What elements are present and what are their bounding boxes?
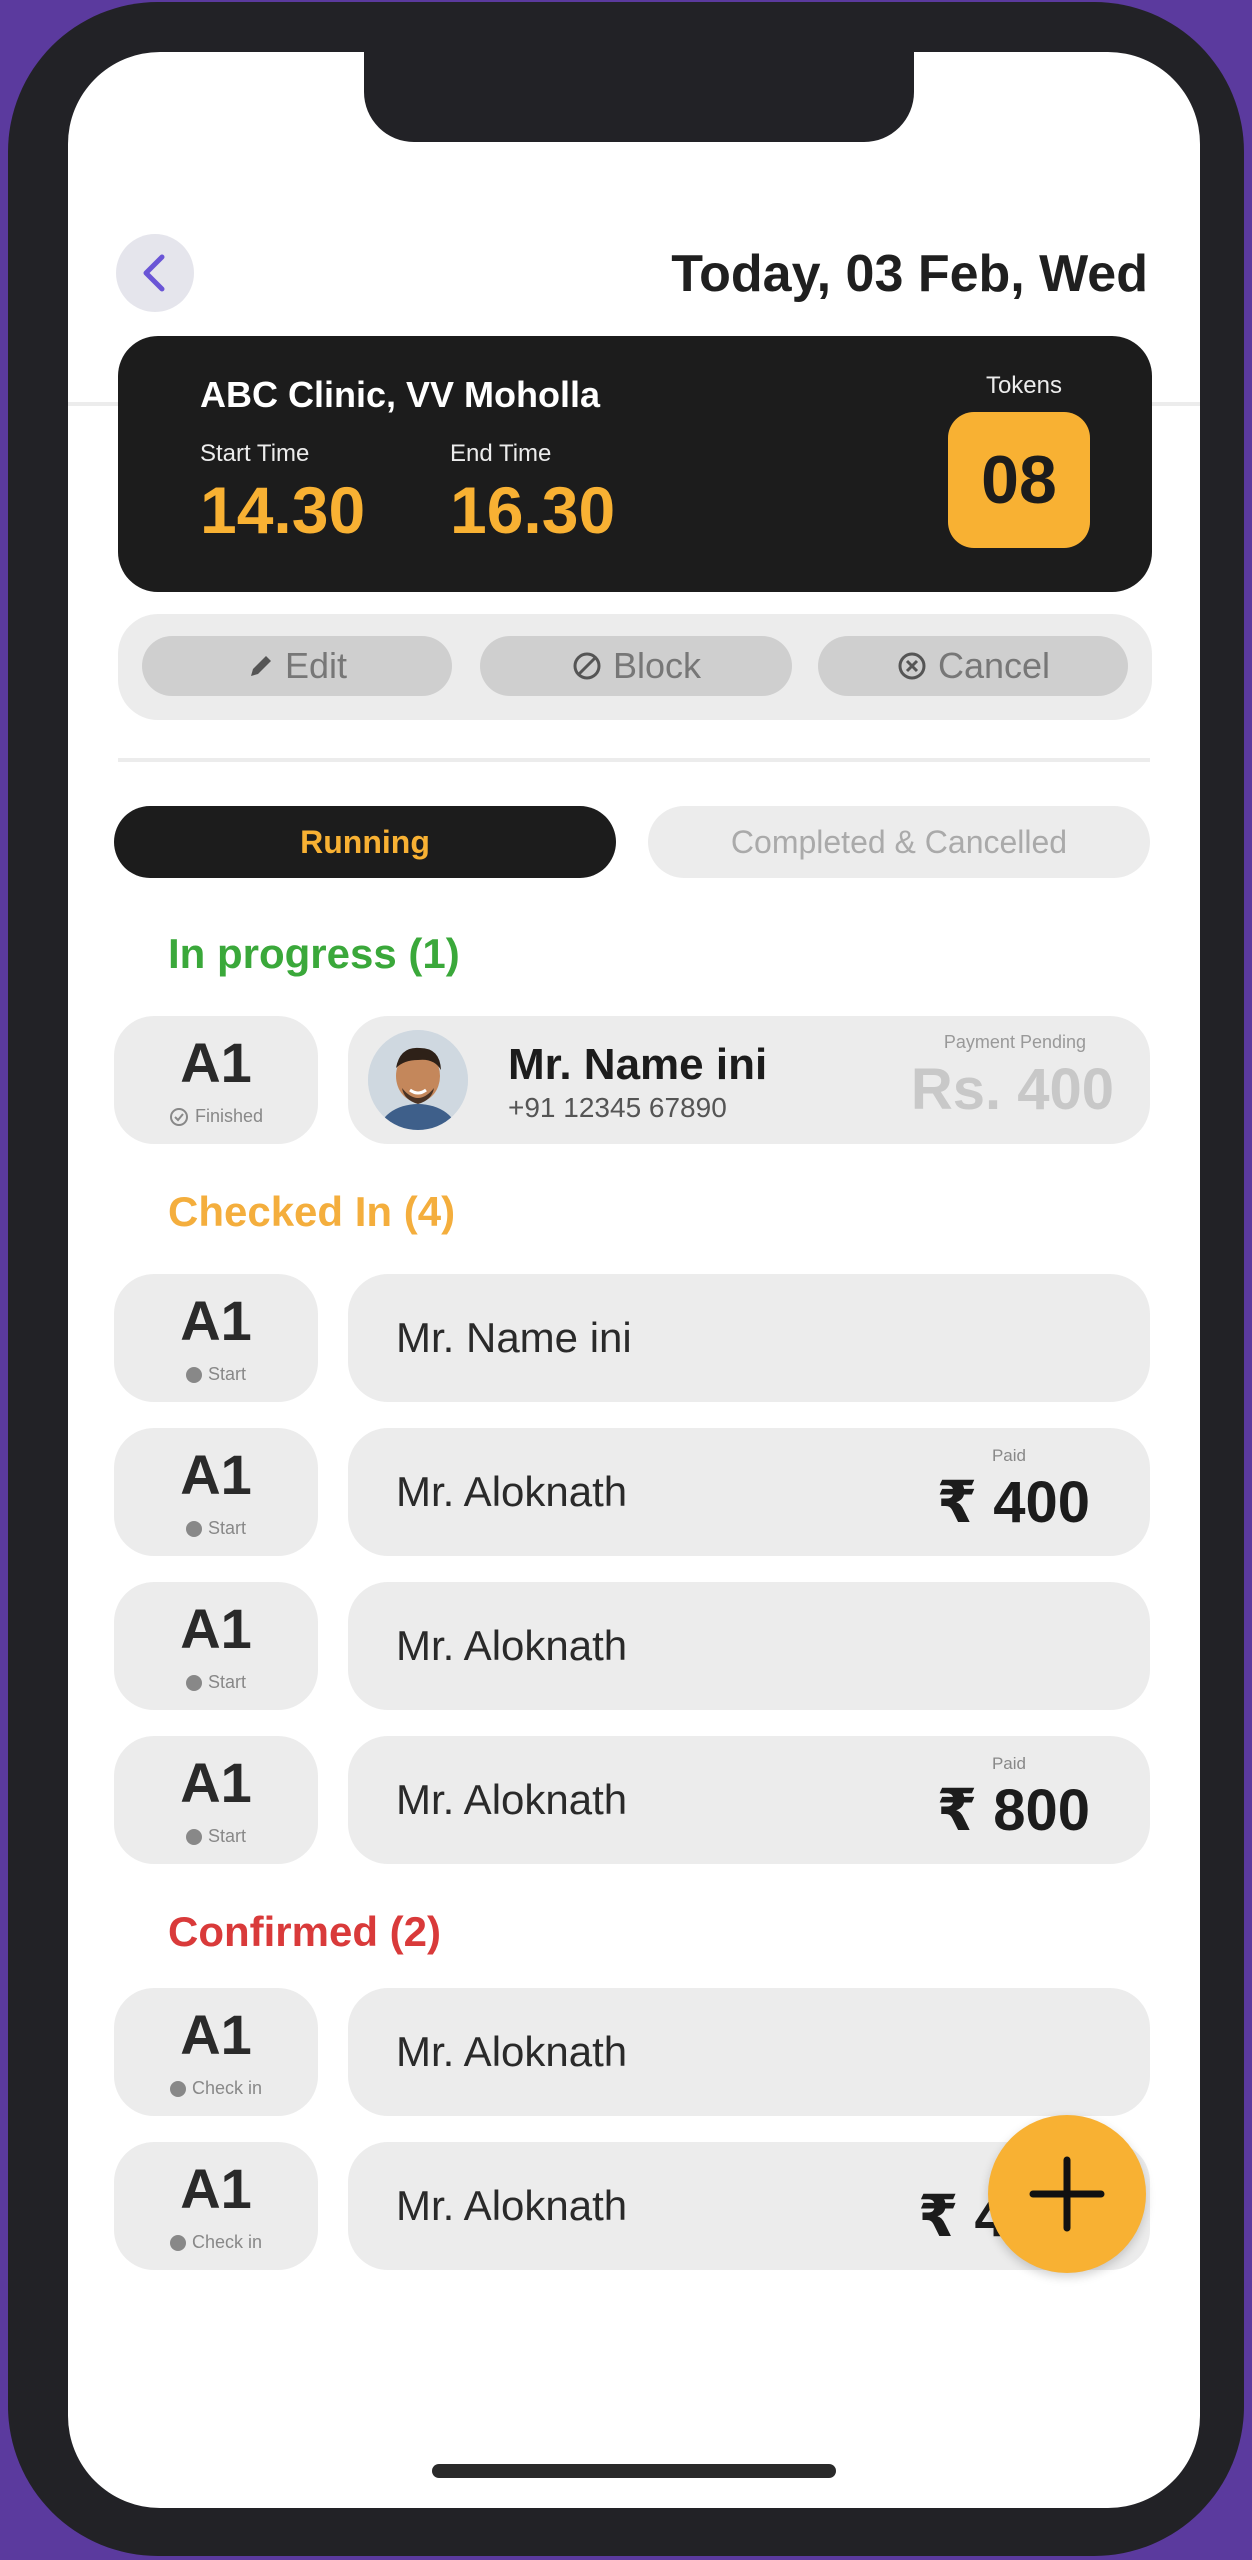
patient-name: Mr. Name ini (396, 1314, 632, 1361)
token-status: Start (114, 1518, 318, 1539)
confirmed-heading: Confirmed (2) (168, 1908, 441, 1955)
token-status-label: Start (207, 1672, 246, 1692)
status-dot-icon (185, 1674, 202, 1691)
patient-card[interactable]: Mr. Aloknath (348, 1582, 1150, 1710)
status-dot-icon (185, 1366, 202, 1383)
section-divider (118, 758, 1150, 762)
token-status: Check in (114, 2078, 318, 2099)
end-time-value: 16.30 (450, 473, 616, 547)
in-progress-patient-card[interactable]: Mr. Name ini +91 12345 67890 Payment Pen… (348, 1016, 1150, 1144)
tab-running[interactable]: Running (114, 806, 616, 878)
pencil-icon (250, 656, 271, 676)
status-dot-icon (169, 2080, 186, 2097)
start-time-label: Start Time (200, 440, 310, 467)
status-dot-icon (185, 1520, 202, 1537)
patient-name: Mr. Aloknath (396, 2182, 628, 2229)
token-id: A1 (180, 2003, 252, 2066)
token-id: A1 (180, 1031, 252, 1094)
token-status-label: Check in (191, 2232, 263, 2252)
start-time-value: 14.30 (200, 473, 366, 547)
block-icon (573, 652, 601, 680)
edit-label: Edit (284, 645, 348, 686)
cancel-label: Cancel (937, 645, 1051, 686)
patient-photo (368, 1030, 468, 1130)
token-box[interactable]: A1 Start (114, 1582, 318, 1710)
token-box[interactable]: A1 Start (114, 1274, 318, 1402)
status-dot-icon (169, 2234, 186, 2251)
tab-completed-cancelled[interactable]: Completed & Cancelled (648, 806, 1150, 878)
token-status-label: Start (207, 1518, 246, 1538)
token-id: A1 (180, 1597, 252, 1660)
token-id: A1 (180, 1443, 252, 1506)
patient-card[interactable]: Mr. Aloknath Paid ₹ 400 (348, 1428, 1150, 1556)
patient-name: Mr. Aloknath (396, 1622, 628, 1669)
add-token-button[interactable] (988, 2115, 1146, 2273)
check-circle-icon (169, 1107, 188, 1126)
token-status: Start (114, 1826, 318, 1847)
patient-phone: +91 12345 67890 (508, 1092, 727, 1123)
tokens-count: 08 (948, 412, 1090, 548)
app-header: Today, 03 Feb, Wed (68, 182, 1200, 406)
block-label: Block (612, 645, 702, 686)
end-time-label: End Time (450, 440, 552, 467)
token-box[interactable]: A1 Start (114, 1428, 318, 1556)
token-status-label: Finished (194, 1106, 264, 1126)
patient-name: Mr. Name ini (508, 1040, 768, 1089)
patient-avatar (368, 1030, 468, 1130)
app-screen: Today, 03 Feb, Wed ABC Clinic, VV Moholl… (68, 52, 1200, 2508)
status-dot-icon (185, 1828, 202, 1845)
payment-status-label: Payment Pending (943, 1032, 1086, 1052)
page-title: Today, 03 Feb, Wed (671, 245, 1148, 303)
cancel-button[interactable]: Cancel (818, 636, 1128, 696)
back-button[interactable] (116, 234, 194, 312)
patient-name: Mr. Aloknath (396, 1776, 628, 1823)
paid-amount: ₹ 400 (936, 1470, 1090, 1535)
token-status: Start (114, 1364, 318, 1385)
token-status: Start (114, 1672, 318, 1693)
patient-card[interactable]: Mr. Aloknath (348, 1988, 1150, 2116)
patient-card[interactable]: Mr. Name ini (348, 1274, 1150, 1402)
token-box[interactable]: A1 Finished (114, 1016, 318, 1144)
clinic-card: ABC Clinic, VV Moholla Start Time 14.30 … (118, 336, 1152, 592)
token-id: A1 (180, 2157, 252, 2220)
edit-button[interactable]: Edit (142, 636, 452, 696)
paid-label: Paid (991, 1446, 1026, 1465)
token-status-label: Start (207, 1826, 246, 1846)
token-status: Check in (114, 2232, 318, 2253)
tokens-label: Tokens (985, 372, 1062, 399)
payment-amount: Rs. 400 (910, 1057, 1114, 1122)
clinic-name: ABC Clinic, VV Moholla (200, 374, 601, 415)
token-box[interactable]: A1 Start (114, 1736, 318, 1864)
token-id: A1 (180, 1289, 252, 1352)
token-status-label: Start (207, 1364, 246, 1384)
patient-name: Mr. Aloknath (396, 2028, 628, 2075)
token-status: Finished (114, 1106, 318, 1127)
checked-in-heading: Checked In (4) (168, 1188, 456, 1235)
phone-frame: Today, 03 Feb, Wed ABC Clinic, VV Moholl… (8, 2, 1244, 2556)
plus-icon (1029, 2156, 1105, 2232)
patient-card[interactable]: Mr. Aloknath Paid ₹ 800 (348, 1736, 1150, 1864)
session-actions: Edit Block Cancel (118, 614, 1152, 720)
block-button[interactable]: Block (480, 636, 792, 696)
token-box[interactable]: A1 Check in (114, 2142, 318, 2270)
home-indicator[interactable] (432, 2464, 836, 2478)
chevron-left-icon (143, 254, 165, 292)
in-progress-heading: In progress (1) (168, 930, 460, 977)
paid-amount: ₹ 800 (936, 1778, 1090, 1843)
token-box[interactable]: A1 Check in (114, 1988, 318, 2116)
token-status-label: Check in (191, 2078, 263, 2098)
cancel-circle-icon (898, 652, 926, 680)
patient-name: Mr. Aloknath (396, 1468, 628, 1515)
device-notch (364, 52, 914, 142)
paid-label: Paid (991, 1754, 1026, 1773)
token-id: A1 (180, 1751, 252, 1814)
